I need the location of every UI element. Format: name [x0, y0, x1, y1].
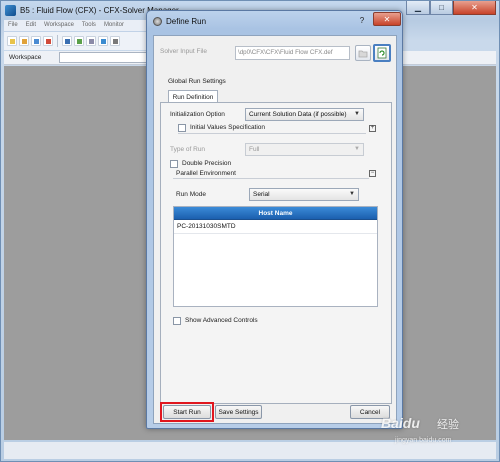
- global-run-settings-label: Global Run Settings: [168, 78, 226, 85]
- type-of-run-select[interactable]: Full ▼: [245, 143, 364, 156]
- edit-icon[interactable]: [62, 36, 72, 46]
- reload-settings-button[interactable]: [373, 44, 391, 62]
- group-separator: [173, 178, 369, 179]
- main-window-controls: ▁ □ ✕: [406, 1, 496, 15]
- collapse-minus-icon[interactable]: −: [369, 170, 376, 177]
- show-advanced-controls-label: Show Advanced Controls: [185, 317, 258, 324]
- run-mode-label: Run Mode: [176, 191, 206, 198]
- double-precision-checkbox[interactable]: [170, 160, 178, 168]
- dialog-app-icon: [153, 16, 162, 26]
- maximize-button[interactable]: □: [430, 1, 453, 15]
- reload-icon: [377, 47, 387, 59]
- dialog-body: Solver Input File \dp0\CFX\CFX\Fluid Flo…: [153, 35, 397, 424]
- folder-icon: [358, 50, 368, 58]
- solver-input-file-label: Solver Input File: [160, 48, 207, 55]
- show-advanced-controls-checkbox[interactable]: [173, 317, 181, 325]
- host-table: Host Name PC-20131030SMTD: [173, 206, 378, 307]
- baidu-watermark: Baidu 经验 jingyan.baidu.com: [375, 405, 495, 455]
- help-icon: ?: [359, 15, 365, 25]
- watermark-url: jingyan.baidu.com: [395, 437, 452, 444]
- host-table-header[interactable]: Host Name: [174, 207, 377, 220]
- close-icon: ✕: [471, 3, 478, 12]
- minimize-button[interactable]: ▁: [406, 1, 430, 15]
- chevron-down-icon: ▼: [349, 191, 355, 197]
- workspace-label: Workspace: [9, 54, 42, 61]
- new-run-icon[interactable]: [7, 36, 17, 46]
- minimize-icon: ▁: [414, 3, 422, 12]
- dialog-close-button[interactable]: ✕: [373, 12, 401, 26]
- start-run-button[interactable]: Start Run: [163, 405, 211, 419]
- menu-bar: File Edit Workspace Tools Monitor: [4, 20, 149, 31]
- initialization-option-select[interactable]: Current Solution Data (if possible) ▼: [245, 108, 364, 121]
- watermark-brand: Baidu: [381, 415, 420, 431]
- open-icon[interactable]: [19, 36, 29, 46]
- close-icon: ✕: [383, 14, 391, 24]
- initial-values-label: Initial Values Specification: [190, 124, 266, 131]
- watermark-product: 经验: [437, 419, 459, 431]
- stop-run-icon[interactable]: [43, 36, 53, 46]
- export-icon[interactable]: [110, 36, 120, 46]
- browse-file-button[interactable]: [355, 45, 371, 61]
- dialog-title: Define Run: [166, 16, 207, 26]
- maximize-icon: □: [439, 3, 444, 12]
- double-precision-label: Double Precision: [182, 160, 232, 167]
- expand-plus-icon[interactable]: +: [369, 125, 376, 132]
- chevron-down-icon: ▼: [354, 146, 360, 152]
- define-run-icon[interactable]: [31, 36, 41, 46]
- help-button[interactable]: ?: [356, 14, 368, 26]
- initialization-option-label: Initialization Option: [170, 111, 225, 118]
- group-separator: [178, 133, 366, 134]
- chevron-down-icon: ▼: [354, 111, 360, 117]
- solver-input-file-field[interactable]: \dp0\CFX\CFX\Fluid Flow CFX.def: [235, 46, 350, 60]
- main-toolbar: [4, 32, 149, 50]
- menu-edit[interactable]: Edit: [22, 20, 40, 31]
- initialization-option-value: Current Solution Data (if possible): [249, 111, 347, 118]
- parallel-environment-label: Parallel Environment: [176, 170, 236, 177]
- cfx-app-icon: [5, 4, 16, 16]
- workspace-icon[interactable]: [86, 36, 96, 46]
- main-close-button[interactable]: ✕: [453, 1, 496, 15]
- type-of-run-label: Type of Run: [170, 146, 206, 153]
- monitor-icon[interactable]: [74, 36, 84, 46]
- menu-tools[interactable]: Tools: [78, 20, 100, 31]
- post-process-icon[interactable]: [98, 36, 108, 46]
- toolbar-separator: [57, 35, 58, 47]
- run-mode-value: Serial: [253, 191, 270, 198]
- type-of-run-value: Full: [249, 146, 260, 153]
- workspace-combo[interactable]: [59, 52, 149, 63]
- initial-values-checkbox[interactable]: [178, 124, 186, 132]
- menu-monitor[interactable]: Monitor: [100, 20, 128, 31]
- table-row[interactable]: PC-20131030SMTD: [174, 220, 377, 234]
- menu-file[interactable]: File: [4, 20, 22, 31]
- define-run-dialog: Define Run ? ✕ Solver Input File \dp0\CF…: [146, 10, 403, 429]
- save-settings-button[interactable]: Save Settings: [215, 405, 262, 419]
- run-mode-select[interactable]: Serial ▼: [249, 188, 359, 201]
- menu-workspace[interactable]: Workspace: [40, 20, 78, 31]
